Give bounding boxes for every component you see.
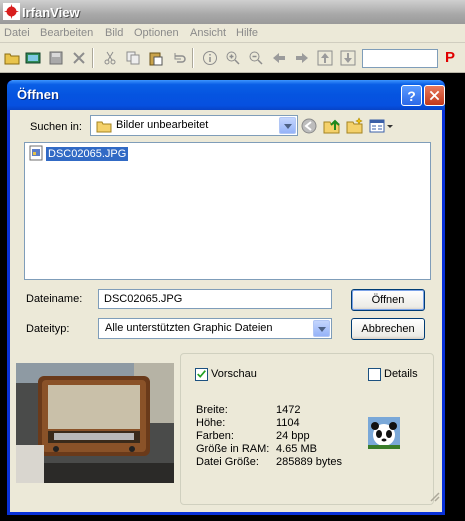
filetype-dropdown[interactable]: Alle unterstützten Graphic Dateien [98, 318, 332, 339]
cut-icon[interactable] [101, 49, 118, 66]
preview-image [16, 363, 174, 483]
slideshow-icon[interactable] [24, 49, 41, 66]
details-label: Details [384, 368, 418, 380]
check-icon [197, 370, 206, 378]
chevron-down-icon[interactable] [313, 320, 330, 337]
dialog-title: Öffnen [17, 87, 59, 102]
file-list[interactable]: DSC02065.JPG [24, 142, 431, 280]
new-folder-icon[interactable] [346, 117, 364, 138]
up-folder-icon[interactable] [323, 117, 341, 138]
filetype-label: Dateityp: [26, 323, 70, 335]
app-title: IrfanView [22, 5, 80, 20]
info-value: 285889 bytes [276, 456, 343, 468]
last-image-icon[interactable] [339, 49, 356, 66]
look-in-value: Bilder unbearbeitet [116, 119, 209, 131]
zoom-in-icon[interactable] [224, 49, 241, 66]
toolbar-separator [192, 48, 194, 68]
undo-icon[interactable] [170, 49, 187, 66]
chevron-down-icon[interactable] [279, 117, 296, 134]
preview-label: Vorschau [211, 368, 257, 380]
file-name: DSC02065.JPG [46, 147, 129, 161]
look-in-dropdown[interactable]: Bilder unbearbeitet [90, 115, 298, 136]
filename-field[interactable]: DSC02065.JPG [98, 289, 332, 309]
copy-icon[interactable] [124, 49, 141, 66]
view-menu-icon[interactable] [369, 118, 393, 137]
dialog-titlebar[interactable]: Öffnen ? [7, 80, 445, 110]
open-button[interactable]: Öffnen [351, 289, 425, 311]
info-key: Größe in RAM: [196, 443, 270, 455]
menu-datei[interactable]: Datei [4, 27, 30, 39]
menu-bar: Datei Bearbeiten Bild Optionen Ansicht H… [0, 24, 465, 43]
irfanview-logo-icon [3, 3, 20, 20]
cancel-button[interactable]: Abbrechen [351, 318, 425, 340]
info-key: Höhe: [196, 417, 226, 429]
previous-arrow-icon[interactable] [270, 49, 287, 66]
open-folder-icon[interactable] [3, 49, 20, 66]
toolbar-input[interactable] [362, 49, 438, 68]
zoom-out-icon[interactable] [247, 49, 264, 66]
info-key: Breite: [196, 404, 228, 416]
filename-value: DSC02065.JPG [104, 293, 183, 305]
toolbar-separator [92, 48, 94, 68]
details-checkbox[interactable] [368, 368, 381, 381]
info-icon[interactable] [201, 49, 218, 66]
close-button[interactable] [424, 85, 445, 106]
toolbar: P [0, 43, 465, 73]
look-in-label: Suchen in: [30, 121, 82, 133]
app-titlebar[interactable]: IrfanView [0, 0, 465, 24]
preview-info-panel: Vorschau Details Breite: 1472 Höhe: 1104… [180, 353, 434, 505]
jpg-file-icon [28, 145, 44, 164]
info-value: 4.65 MB [276, 443, 317, 455]
filename-label: Dateiname: [26, 293, 83, 305]
menu-bild[interactable]: Bild [105, 27, 123, 39]
help-button[interactable]: ? [401, 85, 422, 106]
preview-checkbox[interactable] [195, 368, 208, 381]
info-value: 1472 [276, 404, 301, 416]
panda-logo-icon [368, 417, 400, 452]
info-value: 24 bpp [276, 430, 310, 442]
menu-optionen[interactable]: Optionen [134, 27, 179, 39]
paste-icon[interactable] [147, 49, 164, 66]
filetype-value: Alle unterstützten Graphic Dateien [105, 322, 273, 334]
resize-grip-icon[interactable] [428, 490, 440, 502]
folder-icon [96, 119, 112, 136]
menu-bearbeiten[interactable]: Bearbeiten [40, 27, 93, 39]
info-value: 1104 [276, 417, 300, 429]
save-icon[interactable] [47, 49, 64, 66]
first-image-icon[interactable] [316, 49, 333, 66]
info-key: Farben: [196, 430, 234, 442]
toolbar-p-label[interactable]: P [445, 49, 455, 66]
list-item[interactable]: DSC02065.JPG [28, 145, 129, 164]
next-arrow-icon[interactable] [293, 49, 310, 66]
delete-icon[interactable] [70, 49, 87, 66]
close-icon [429, 90, 440, 101]
menu-ansicht[interactable]: Ansicht [190, 27, 226, 39]
menu-hilfe[interactable]: Hilfe [236, 27, 258, 39]
info-key: Datei Größe: [196, 456, 259, 468]
back-icon[interactable] [301, 118, 317, 137]
